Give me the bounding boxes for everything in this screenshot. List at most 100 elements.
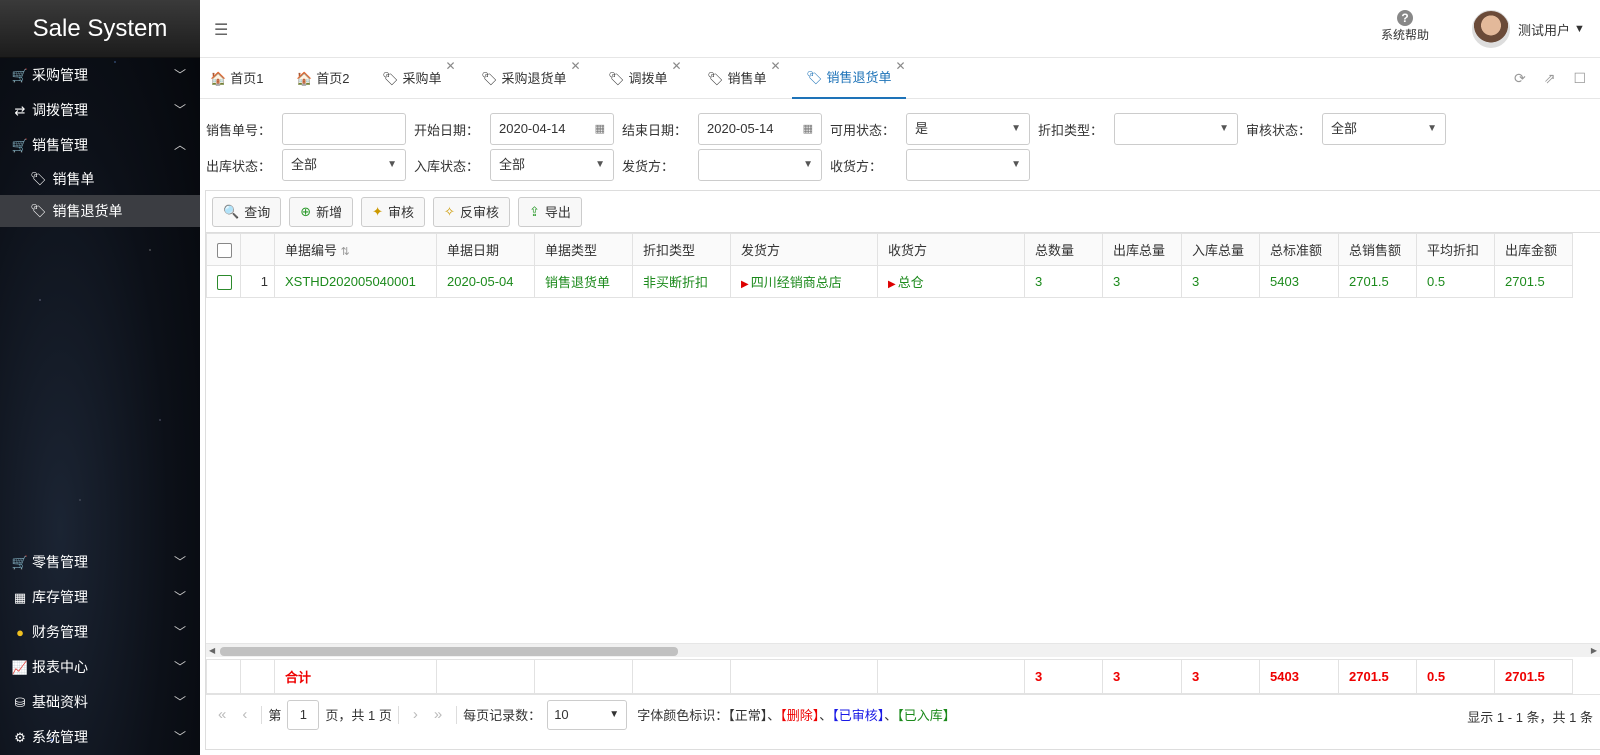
refresh-icon[interactable]: ⟳ <box>1514 70 1526 87</box>
next-page-icon[interactable]: › <box>413 706 418 723</box>
prev-page-icon[interactable]: ‹ <box>242 706 247 723</box>
data-table: 单据编号 ⇅ 单据日期 单据类型 折扣类型 发货方 收货方 总数量 出库总量 入… <box>206 233 1573 298</box>
sidebar-item-reports[interactable]: 📈 报表中心 ﹀ <box>0 650 200 685</box>
column-header[interactable]: 总销售额 <box>1338 233 1417 266</box>
pagination-info: 显示 1 - 1 条，共 1 条 <box>1467 710 1593 725</box>
select-all-cell[interactable] <box>206 233 241 266</box>
user-menu[interactable]: 测试用户 ▼ <box>1472 10 1585 48</box>
page-suffix: 页，共 1 页 <box>325 708 392 723</box>
tag-icon: 🏷 <box>608 70 625 86</box>
tab-purchase-order[interactable]: 🏷 采购单 ✕ <box>382 58 456 99</box>
sidebar-subitem-sales-return[interactable]: 🏷 销售退货单 <box>0 195 200 227</box>
table-cell: 非买断折扣 <box>632 265 731 298</box>
in-status-select[interactable]: 全部 ▼ <box>490 149 614 181</box>
discount-type-select[interactable]: ▼ <box>1114 113 1238 145</box>
scrollbar-thumb[interactable] <box>220 647 678 656</box>
column-header[interactable]: 出库总量 <box>1102 233 1182 266</box>
row-select-cell[interactable] <box>206 265 241 298</box>
legend-sep: 、 <box>819 708 833 723</box>
legend-audited: 【已审核】 <box>832 708 885 723</box>
index-header <box>240 233 275 266</box>
help-button[interactable]: ? 系统帮助 <box>1370 10 1440 43</box>
horizontal-scrollbar[interactable]: ◀ ▶ <box>206 643 1600 657</box>
summary-empty <box>240 659 275 694</box>
tab-sales-order[interactable]: 🏷 销售单 ✕ <box>707 58 781 99</box>
column-header[interactable]: 折扣类型 <box>632 233 731 266</box>
receiver-select[interactable]: ▼ <box>906 149 1030 181</box>
tab-purchase-return[interactable]: 🏷 采购退货单 ✕ <box>481 58 581 99</box>
sidebar-item-retail[interactable]: 🛒 零售管理 ﹀ <box>0 545 200 580</box>
close-icon[interactable]: ✕ <box>770 46 780 86</box>
sidebar-subitem-sales-order[interactable]: 🏷 销售单 <box>0 163 200 195</box>
close-icon[interactable]: ✕ <box>671 46 681 86</box>
home-icon: 🏠 <box>296 70 313 86</box>
sidebar-item-inventory[interactable]: ▦ 库存管理 ﹀ <box>0 580 200 615</box>
column-header[interactable]: 单据类型 <box>534 233 633 266</box>
sidebar-subitem-label: 销售退货单 <box>52 203 123 219</box>
audit-status-select[interactable]: 全部 ▼ <box>1322 113 1446 145</box>
sidebar-item-basic-data[interactable]: ⛁ 基础资料 ﹀ <box>0 685 200 720</box>
column-header[interactable]: 发货方 <box>730 233 878 266</box>
tab-sales-return[interactable]: 🏷 销售退货单 ✕ <box>792 58 906 99</box>
page-prefix: 第 <box>268 708 282 723</box>
avail-status-select[interactable]: 是 ▼ <box>906 113 1030 145</box>
query-button[interactable]: 🔍 查询 <box>212 196 282 227</box>
tab-home1[interactable]: 🏠 首页1 <box>210 58 263 99</box>
column-header[interactable]: 入库总量 <box>1181 233 1260 266</box>
maximize-icon[interactable]: ☐ <box>1573 70 1586 87</box>
first-page-icon[interactable]: « <box>218 706 226 723</box>
page-number-input[interactable]: 1 <box>287 699 320 730</box>
open-new-window-icon[interactable]: ⇗ <box>1544 70 1556 87</box>
last-page-icon[interactable]: » <box>434 706 442 723</box>
row-checkbox[interactable] <box>217 274 232 290</box>
column-header[interactable]: 单据编号 ⇅ <box>274 233 437 266</box>
chevron-down-icon: ﹀ <box>173 730 186 744</box>
column-header[interactable]: 总标准额 <box>1259 233 1339 266</box>
per-page-value: 10 <box>554 706 569 722</box>
scroll-right-icon[interactable]: ▶ <box>1591 644 1597 658</box>
tab-tools: ⟳ ⇗ ☐ <box>1514 70 1586 87</box>
table-row[interactable]: 1 XSTHD202005040001 2020-05-04 销售退货单 非买断… <box>206 265 1573 298</box>
column-header[interactable]: 收货方 <box>877 233 1025 266</box>
sidebar-item-system[interactable]: ⚙ 系统管理 ﹀ <box>0 720 200 755</box>
select-all-checkbox[interactable] <box>217 242 232 258</box>
table-header-row: 单据编号 ⇅ 单据日期 单据类型 折扣类型 发货方 收货方 总数量 出库总量 入… <box>206 233 1573 266</box>
start-date-input[interactable]: 2020-04-14 ▦ <box>490 113 614 145</box>
menu-toggle-icon[interactable]: ☰ <box>214 20 228 40</box>
sidebar-item-purchase[interactable]: 🛒 采购管理 ﹀ <box>0 58 200 93</box>
table-cell: 3 <box>1181 265 1260 298</box>
tab-transfer-order[interactable]: 🏷 调拨单 ✕ <box>608 58 682 99</box>
tab-label: 销售退货单 <box>826 69 892 85</box>
export-button[interactable]: ⇪ 导出 <box>517 196 582 227</box>
column-header[interactable]: 总数量 <box>1024 233 1103 266</box>
sender-select[interactable]: ▼ <box>698 149 822 181</box>
unaudit-button[interactable]: ✧ 反审核 <box>433 196 510 227</box>
column-header[interactable]: 平均折扣 <box>1416 233 1495 266</box>
filter-panel: 销售单号： 开始日期： 2020-04-14 ▦ 结束日期： 2020-05-14… <box>200 99 1600 187</box>
column-header[interactable]: 出库金额 <box>1494 233 1573 266</box>
sidebar-item-finance[interactable]: ● 财务管理 ﹀ <box>0 615 200 650</box>
calendar-icon[interactable]: ▦ <box>595 114 605 144</box>
close-icon[interactable]: ✕ <box>570 46 580 86</box>
calendar-icon[interactable]: ▦ <box>803 114 813 144</box>
add-button[interactable]: ⊕ 新增 <box>289 196 354 227</box>
close-icon[interactable]: ✕ <box>895 46 905 86</box>
close-icon[interactable]: ✕ <box>445 46 455 86</box>
summary-cell: 0.5 <box>1416 659 1495 694</box>
sidebar-item-transfer[interactable]: ⇄ 调拨管理 ﹀ <box>0 93 200 128</box>
column-header[interactable]: 单据日期 <box>436 233 535 266</box>
out-status-select[interactable]: 全部 ▼ <box>282 149 406 181</box>
audit-button[interactable]: ✦ 审核 <box>361 196 426 227</box>
per-page-select[interactable]: 10 ▼ <box>547 699 628 730</box>
tag-icon: 🏷 <box>30 171 47 186</box>
filter-label: 可用状态： <box>830 122 896 138</box>
out-status-value: 全部 <box>291 157 318 172</box>
table-cell: 3 <box>1024 265 1103 298</box>
end-date-input[interactable]: 2020-05-14 ▦ <box>698 113 822 145</box>
sale-no-input[interactable] <box>282 113 406 145</box>
sort-icon[interactable]: ⇅ <box>341 246 350 258</box>
scroll-left-icon[interactable]: ◀ <box>209 644 215 658</box>
sidebar-item-sales[interactable]: 🛒 销售管理 ︿ <box>0 128 200 163</box>
tab-home2[interactable]: 🏠 首页2 <box>296 58 349 99</box>
sidebar: Sale System 🛒 采购管理 ﹀ ⇄ 调拨管理 ﹀ 🛒 销售管理 ︿ 🏷… <box>0 0 200 755</box>
